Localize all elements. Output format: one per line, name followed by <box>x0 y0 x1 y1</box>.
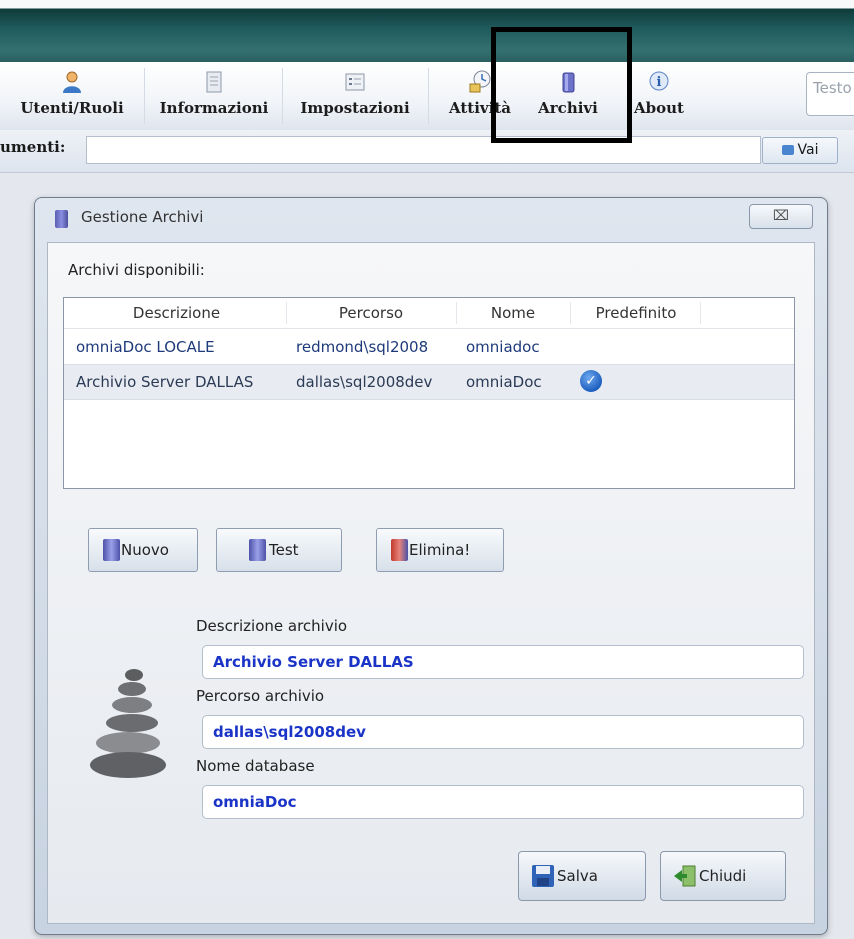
close-icon: ⌧ <box>772 208 790 224</box>
cell-description: omniaDoc LOCALE <box>76 338 215 356</box>
column-header-description[interactable]: Descrizione <box>74 304 279 322</box>
settings-list-icon <box>345 73 365 91</box>
toolbar-about-button[interactable]: i About <box>622 62 696 130</box>
table-row[interactable]: omniaDoc LOCALE redmond\sql2008 omniadoc <box>64 330 794 364</box>
column-header-name[interactable]: Nome <box>460 304 566 322</box>
column-header-path[interactable]: Percorso <box>290 304 452 322</box>
cell-name: omniaDoc <box>466 373 542 391</box>
toolbar-label: Utenti/Ruoli <box>20 99 124 117</box>
path-field[interactable]: dallas\sql2008dev <box>202 715 804 749</box>
highlight-box <box>491 27 632 143</box>
database-icon <box>249 539 266 561</box>
save-button-label: Salva <box>557 867 598 885</box>
clock-icon <box>469 70 491 93</box>
main-toolbar: Utenti/Ruoli Informazioni Impostazioni A… <box>0 62 854 131</box>
toolbar-label: Informazioni <box>159 99 269 117</box>
floppy-disk-icon <box>532 865 554 887</box>
go-button[interactable]: Vai <box>762 137 838 164</box>
close-button[interactable]: ⌧ <box>749 204 813 229</box>
toolbar-settings-button[interactable]: Impostazioni <box>286 62 424 130</box>
toolbar-search-input[interactable]: Testo <box>806 72 854 116</box>
delete-button[interactable]: Elimina! <box>376 528 504 572</box>
toolbar-label: About <box>634 99 684 117</box>
dialog-title: Gestione Archivi <box>81 208 204 226</box>
documents-search-input[interactable] <box>86 136 761 164</box>
info-icon: i <box>649 71 669 91</box>
archive-management-dialog: Gestione Archivi ⌧ Archivi disponibili: … <box>34 197 828 935</box>
delete-button-label: Elimina! <box>409 541 471 559</box>
toolbar-information-button[interactable]: Informazioni <box>150 62 278 130</box>
go-label: Vai <box>797 142 819 158</box>
user-icon <box>63 71 81 93</box>
available-archives-label: Archivi disponibili: <box>68 261 205 279</box>
go-icon <box>781 145 794 155</box>
svg-text:i: i <box>657 75 662 90</box>
documents-search-row: umenti: Vai <box>0 130 854 173</box>
table-row-selected[interactable]: Archivio Server DALLAS dallas\sql2008dev… <box>64 364 794 400</box>
documents-label: umenti: <box>0 138 66 156</box>
exit-door-icon <box>674 865 696 887</box>
archives-table: Descrizione Percorso Nome Predefinito om… <box>63 297 795 489</box>
table-header: Descrizione Percorso Nome Predefinito <box>64 298 794 329</box>
toolbar-users-roles-button[interactable]: Utenti/Ruoli <box>4 62 140 130</box>
cell-description: Archivio Server DALLAS <box>76 373 254 391</box>
cell-path: redmond\sql2008 <box>296 338 429 356</box>
cell-path: dallas\sql2008dev <box>296 373 433 391</box>
toolbar-label: Impostazioni <box>300 99 410 117</box>
description-field-label: Descrizione archivio <box>196 617 348 635</box>
database-icon <box>55 210 68 228</box>
database-delete-icon <box>391 539 408 561</box>
window-title-bar <box>0 0 854 62</box>
new-button[interactable]: Nuovo <box>88 528 198 572</box>
path-field-label: Percorso archivio <box>196 687 325 705</box>
test-button[interactable]: Test <box>216 528 342 572</box>
new-button-label: Nuovo <box>121 541 169 559</box>
dialog-body: Archivi disponibili: Descrizione Percors… <box>47 242 815 924</box>
close-dialog-button[interactable]: Chiudi <box>660 851 786 901</box>
column-header-default[interactable]: Predefinito <box>574 304 698 322</box>
stones-logo-icon <box>90 669 166 778</box>
close-button-label: Chiudi <box>699 867 747 885</box>
save-button[interactable]: Salva <box>518 851 646 901</box>
database-name-field[interactable]: omniaDoc <box>202 785 804 819</box>
description-field[interactable]: Archivio Server DALLAS <box>202 645 804 679</box>
database-name-field-label: Nome database <box>196 757 315 775</box>
test-button-label: Test <box>269 541 299 559</box>
cell-name: omniadoc <box>466 338 540 356</box>
document-icon <box>206 71 222 93</box>
default-check-icon: ✓ <box>580 370 602 392</box>
database-add-icon <box>103 539 120 561</box>
